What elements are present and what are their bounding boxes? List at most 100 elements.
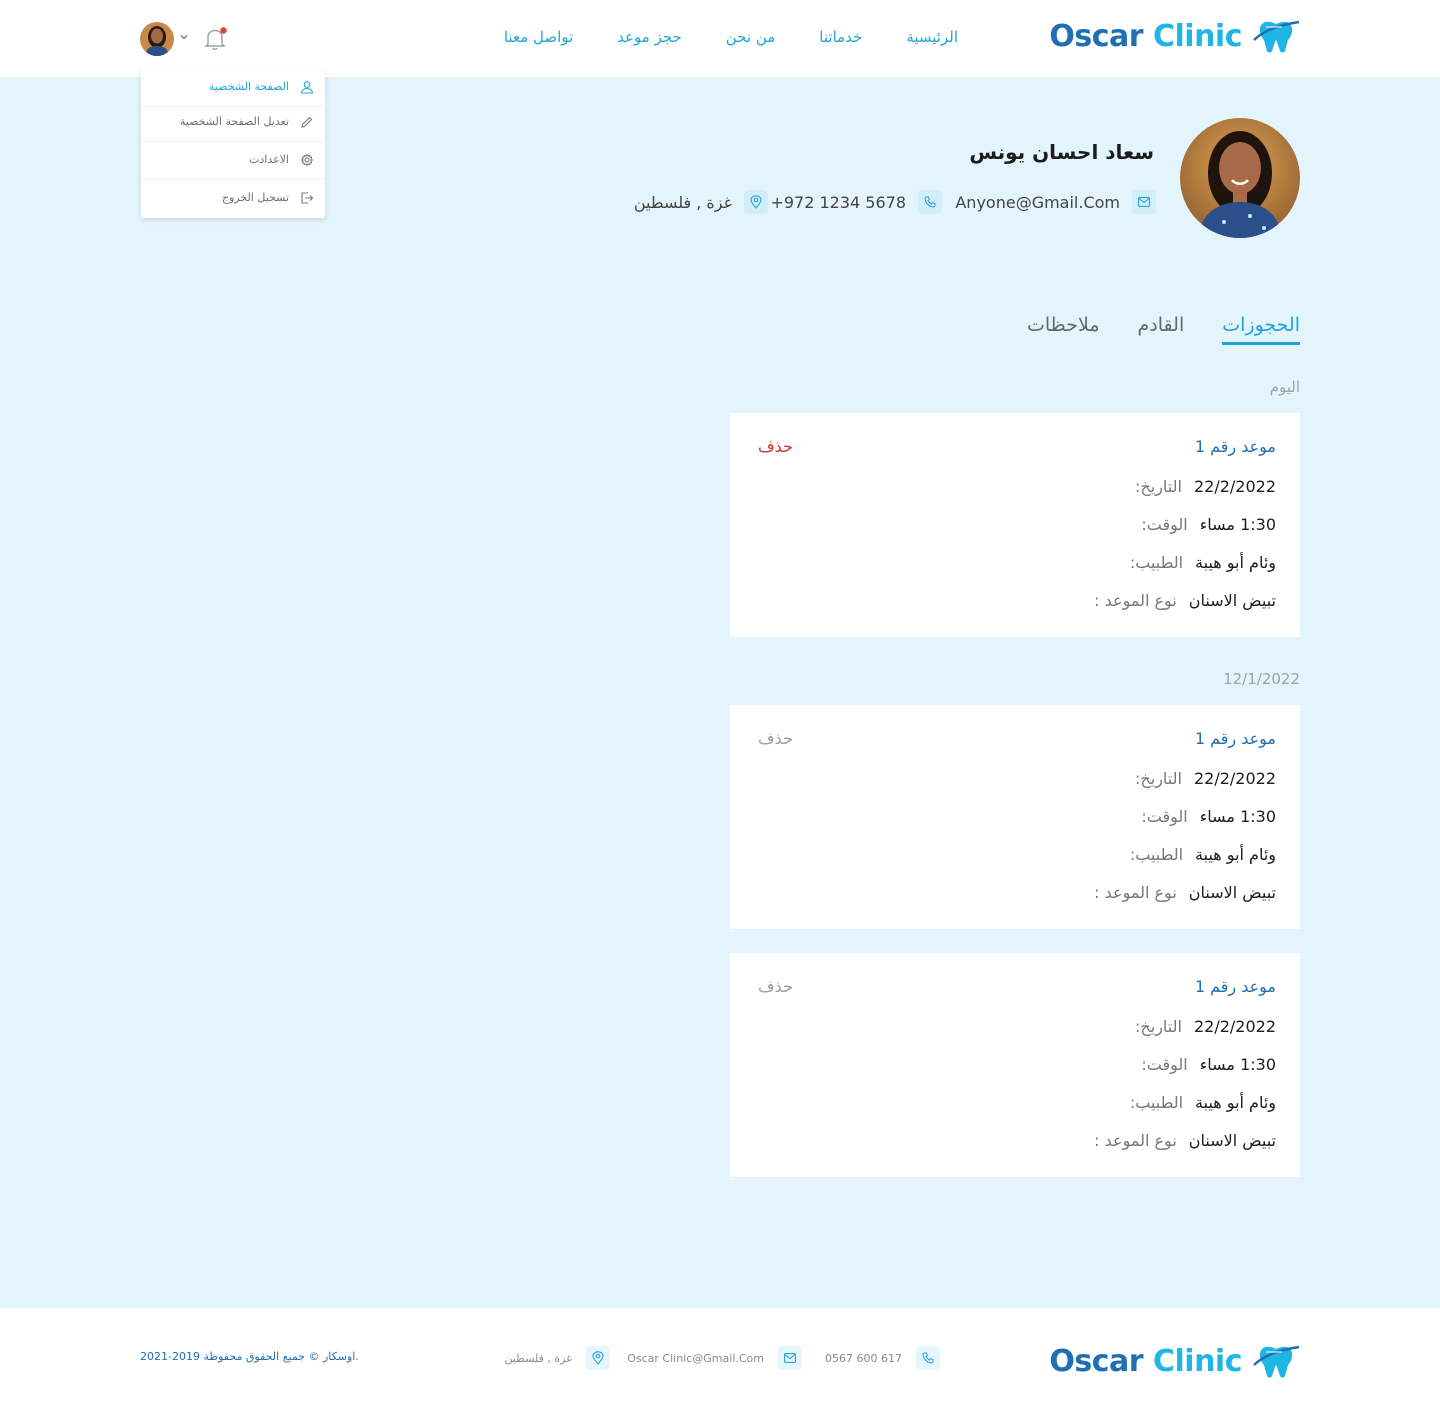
doctor-label: الطبيب: xyxy=(1129,1093,1184,1112)
appointment-card: موعد رقم 1 حذف التاريخ: 22/2/2022 الوقت:… xyxy=(730,953,1300,1177)
delete-button[interactable]: حذف xyxy=(758,977,793,996)
appointment-card: موعد رقم 1 حذف التاريخ: 22/2/2022 الوقت:… xyxy=(730,413,1300,637)
time-value: 1:30 مساء xyxy=(1199,1055,1276,1074)
location-pin-icon xyxy=(744,190,768,214)
envelope-icon xyxy=(778,1346,802,1370)
time-value: 1:30 مساء xyxy=(1199,515,1276,534)
footer-phone-text: 0567 600 617 xyxy=(825,1351,902,1365)
copyright: 2021-2019 اوسكار © جميع الحقوق محفوظة. xyxy=(140,1350,359,1363)
tooth-logo-icon xyxy=(1253,20,1300,53)
section-label-date: 12/1/2022 xyxy=(1223,670,1300,688)
menu-item-profile[interactable]: الصفحة الشخصية xyxy=(141,69,325,107)
date-label: التاريخ: xyxy=(1135,477,1182,496)
type-value: تبيض الاسنان xyxy=(1188,883,1276,902)
envelope-icon xyxy=(1132,190,1156,214)
date-value: 22/2/2022 xyxy=(1193,477,1276,496)
footer-email: Oscar Clinic@Gmail.Com xyxy=(627,1346,802,1370)
phone-icon xyxy=(918,190,942,214)
profile-phone-text: +972 1234 5678 xyxy=(770,192,906,212)
appointment-time-row: الوقت: 1:30 مساء xyxy=(1141,515,1276,534)
appointment-type-row: نوع الموعد : تبيض الاسنان xyxy=(1094,883,1276,902)
appointment-time-row: الوقت: 1:30 مساء xyxy=(1141,807,1276,826)
tab-notes[interactable]: ملاحظات xyxy=(1027,314,1100,345)
brand-word-2: Clinic xyxy=(1152,1343,1243,1379)
user-dropdown-menu: الصفحة الشخصية تعديل الصفحة الشخصية الاع… xyxy=(141,69,325,218)
profile-email-text: Anyone@Gmail.Com xyxy=(955,192,1120,212)
footer: Oscar Clinic 0567 600 617 Oscar Clinic@G… xyxy=(0,1308,1440,1408)
type-label: نوع الموعد : xyxy=(1094,1131,1177,1150)
footer-phone: 0567 600 617 xyxy=(825,1346,940,1370)
nav-services[interactable]: خدماتنا xyxy=(819,28,862,46)
doctor-label: الطبيب: xyxy=(1129,845,1184,864)
footer-email-text: Oscar Clinic@Gmail.Com xyxy=(627,1351,764,1365)
menu-item-label: الاعدادت xyxy=(249,153,289,166)
chevron-down-icon[interactable] xyxy=(178,31,190,43)
type-label: نوع الموعد : xyxy=(1094,883,1177,902)
profile-tabs: الحجوزات القادم ملاحظات xyxy=(1027,314,1300,345)
menu-item-label: الصفحة الشخصية xyxy=(208,80,289,93)
appointment-title: موعد رقم 1 xyxy=(1194,729,1276,748)
time-label: الوقت: xyxy=(1141,1055,1188,1074)
phone-icon xyxy=(916,1346,940,1370)
menu-item-settings[interactable]: الاعدادت xyxy=(141,142,325,180)
time-value: 1:30 مساء xyxy=(1199,807,1276,826)
brand-text: Oscar Clinic xyxy=(1049,1344,1242,1379)
tooth-logo-icon xyxy=(1253,1345,1300,1378)
tab-upcoming[interactable]: القادم xyxy=(1138,314,1185,345)
appointment-type-row: نوع الموعد : تبيض الاسنان xyxy=(1094,1131,1276,1150)
pencil-icon xyxy=(301,116,313,128)
appointment-title: موعد رقم 1 xyxy=(1194,437,1276,456)
doctor-value: وئام أبو هيبة xyxy=(1195,1093,1276,1112)
delete-button[interactable]: حذف xyxy=(758,729,793,748)
appointment-date-row: التاريخ: 22/2/2022 xyxy=(1135,1017,1276,1036)
main-nav: الرئيسية خدماتنا من نحن حجز موعد تواصل م… xyxy=(504,28,958,46)
nav-home[interactable]: الرئيسية xyxy=(906,28,958,46)
doctor-value: وئام أبو هيبة xyxy=(1195,553,1276,572)
user-avatar[interactable] xyxy=(140,22,174,56)
time-label: الوقت: xyxy=(1141,807,1188,826)
section-label-today: اليوم xyxy=(1269,378,1300,396)
tab-bookings[interactable]: الحجوزات xyxy=(1222,314,1300,345)
menu-item-edit-profile[interactable]: تعديل الصفحة الشخصية xyxy=(141,104,325,142)
doctor-label: الطبيب: xyxy=(1129,553,1184,572)
brand-word-2: Clinic xyxy=(1152,18,1243,54)
type-value: تبيض الاسنان xyxy=(1188,1131,1276,1150)
appointment-time-row: الوقت: 1:30 مساء xyxy=(1141,1055,1276,1074)
profile-location-text: غزة , فلسطين xyxy=(633,192,732,212)
nav-about[interactable]: من نحن xyxy=(726,28,776,46)
footer-location: غزة , فلسطين xyxy=(504,1346,610,1370)
footer-location-text: غزة , فلسطين xyxy=(504,1351,572,1365)
logo[interactable]: Oscar Clinic xyxy=(1049,18,1300,54)
user-icon xyxy=(300,81,314,94)
date-label: التاريخ: xyxy=(1135,769,1182,788)
profile-location: غزة , فلسطين xyxy=(634,190,768,214)
logout-icon xyxy=(301,192,314,204)
nav-contact[interactable]: تواصل معنا xyxy=(504,28,573,46)
brand-word-1: Oscar xyxy=(1049,18,1144,54)
doctor-value: وئام أبو هيبة xyxy=(1195,845,1276,864)
delete-button[interactable]: حذف xyxy=(758,437,793,456)
bell-icon[interactable] xyxy=(202,26,228,52)
gear-icon xyxy=(300,153,314,167)
header: Oscar Clinic الرئيسية خدماتنا من نحن حجز… xyxy=(0,0,1440,78)
profile-name: سعاد احسان يونس xyxy=(969,140,1154,164)
brand-text: Oscar Clinic xyxy=(1049,19,1242,54)
profile-phone: +972 1234 5678 xyxy=(770,190,942,214)
date-label: التاريخ: xyxy=(1135,1017,1182,1036)
date-value: 22/2/2022 xyxy=(1193,769,1276,788)
appointment-title: موعد رقم 1 xyxy=(1194,977,1276,996)
menu-item-label: تسجيل الخروج xyxy=(221,191,289,204)
nav-book-appointment[interactable]: حجز موعد xyxy=(617,28,682,46)
profile-email: Anyone@Gmail.Com xyxy=(955,190,1156,214)
time-label: الوقت: xyxy=(1141,515,1188,534)
footer-logo[interactable]: Oscar Clinic xyxy=(1049,1343,1300,1379)
menu-item-logout[interactable]: تسجيل الخروج xyxy=(141,180,325,218)
appointment-date-row: التاريخ: 22/2/2022 xyxy=(1135,477,1276,496)
appointment-type-row: نوع الموعد : تبيض الاسنان xyxy=(1094,591,1276,610)
date-value: 22/2/2022 xyxy=(1193,1017,1276,1036)
type-label: نوع الموعد : xyxy=(1094,591,1177,610)
menu-item-label: تعديل الصفحة الشخصية xyxy=(179,115,289,128)
appointment-doctor-row: الطبيب: وئام أبو هيبة xyxy=(1130,845,1276,864)
location-pin-icon xyxy=(586,1346,610,1370)
appointment-card: موعد رقم 1 حذف التاريخ: 22/2/2022 الوقت:… xyxy=(730,705,1300,929)
